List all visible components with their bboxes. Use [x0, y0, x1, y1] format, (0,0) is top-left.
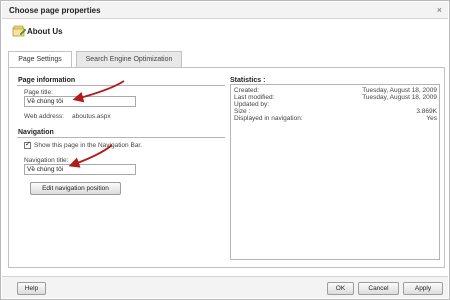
stat-key: Displayed in navigation: [234, 115, 303, 122]
page-edit-icon [12, 25, 27, 37]
stat-value: Yes [426, 115, 437, 122]
page-information-title: Page information [18, 77, 76, 84]
navigation-title-label: Navigation title: [24, 157, 69, 164]
stat-value: 3.869K [416, 108, 437, 115]
apply-button[interactable]: Apply [403, 282, 443, 295]
stat-key: Last modified: [234, 94, 275, 101]
tab-search-engine-optimization[interactable]: Search Engine Optimization [76, 51, 182, 67]
web-address-label: Web address: [24, 113, 64, 120]
close-icon[interactable]: × [437, 5, 442, 15]
show-in-navigation-label: Show this page in the Navigation Bar. [34, 142, 143, 149]
page-heading: About Us [27, 27, 63, 36]
page-information-rule [17, 85, 225, 86]
edit-navigation-position-button[interactable]: Edit navigation position [30, 182, 121, 195]
statistics-box: Created: Tuesday, August 18, 2009 Last m… [230, 84, 440, 260]
page-title-input[interactable] [24, 96, 136, 107]
tab-page-settings[interactable]: Page Settings [8, 51, 72, 68]
ok-button[interactable]: OK [327, 282, 354, 295]
stat-key: Updated by: [234, 101, 270, 108]
show-in-navigation-checkbox[interactable] [24, 140, 31, 149]
web-address-value: aboutus.aspx [72, 113, 111, 120]
stat-displayed-in-navigation: Displayed in navigation: Yes [234, 115, 439, 123]
page-properties-dialog: Choose page properties × About Us Page S… [0, 0, 450, 300]
tab-strip: Page Settings Search Engine Optimization [8, 51, 446, 68]
stat-value: Tuesday, August 18, 2009 [362, 94, 437, 101]
navigation-title-input[interactable] [24, 164, 136, 175]
tab-content-page-settings: Page information Page title: Web address… [8, 68, 445, 268]
stat-key: Size : [234, 108, 251, 115]
navigation-rule [17, 137, 225, 138]
stat-value: Tuesday, August 18, 2009 [362, 87, 437, 94]
statistics-title: Statistics : [230, 77, 266, 84]
navigation-title: Navigation [18, 129, 54, 136]
cancel-button[interactable]: Cancel [358, 282, 399, 295]
page-title-label: Page title: [24, 89, 53, 96]
dialog-titlebar: Choose page properties × [2, 2, 448, 19]
dialog-title: Choose page properties [9, 6, 101, 15]
help-button[interactable]: Help [17, 282, 46, 295]
page-header: About Us [2, 19, 448, 49]
stat-key: Created: [234, 87, 259, 94]
dialog-footer: Help OK Cancel Apply [2, 276, 448, 298]
